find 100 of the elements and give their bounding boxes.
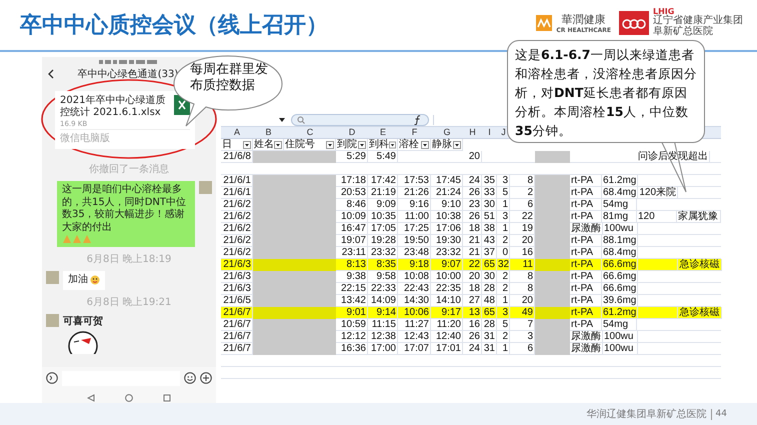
header-text: 住院号 (285, 139, 315, 150)
emoji-icon[interactable] (184, 372, 196, 384)
plus-icon[interactable] (200, 372, 212, 384)
chat-notice: 你撤回了一条消息 (88, 162, 170, 176)
table-cell: 19:30 (431, 235, 463, 247)
table-cell: 9:10 (431, 199, 463, 211)
table-cell: 61.2mg (602, 307, 638, 319)
table-cell: 17:25 (398, 223, 431, 235)
filter-dropdown-icon[interactable] (274, 140, 282, 148)
header-text: 静脉 (432, 139, 452, 150)
table-cell: 19:28 (368, 235, 398, 247)
back-icon[interactable] (47, 69, 55, 79)
table-cell (638, 307, 678, 319)
table-cell: 120来院 (638, 187, 678, 199)
table-cell: 33 (482, 187, 497, 199)
table-cell: 17:42 (368, 175, 398, 187)
table-cell: 5 (497, 319, 510, 331)
table-cell: 43 (482, 235, 497, 247)
filter-dropdown-icon[interactable] (326, 140, 334, 148)
table-cell: 8:13 (336, 259, 368, 271)
column-letter[interactable]: F (412, 127, 418, 137)
pixelated-cell (284, 151, 336, 163)
status-bar-icons (99, 59, 159, 65)
table-cell: 2 (497, 235, 510, 247)
table-cell: 16:47 (336, 223, 368, 235)
table-cell: 18 (463, 223, 482, 235)
table-cell: 10:00 (431, 271, 463, 283)
table-cell: 51 (482, 211, 497, 223)
column-letter[interactable]: J (501, 127, 506, 137)
pixelated-cell (535, 247, 570, 259)
table-cell: 20 (463, 151, 482, 163)
table-cell: 1 (497, 199, 510, 211)
function-icon (413, 115, 423, 125)
table-cell: 11:15 (368, 319, 398, 331)
table-cell: 5:49 (368, 151, 398, 163)
table-cell: 尿激酶 (570, 343, 603, 355)
table-cell: rt-PA (570, 259, 602, 271)
table-cell: 12:12 (336, 331, 368, 343)
table-cell: rt-PA (570, 283, 602, 295)
table-cell: 3 (497, 175, 510, 187)
filter-dropdown-icon[interactable] (358, 140, 366, 148)
header-text: 到科 (369, 139, 389, 150)
table-cell: rt-PA (570, 175, 602, 187)
pixelated-cell (535, 319, 570, 331)
table-cell: 30 (482, 271, 497, 283)
table-cell: 68.4mg (602, 187, 638, 199)
table-cell: 12:38 (368, 331, 398, 343)
dropdown-caret-icon[interactable] (279, 118, 285, 122)
cr-logo-icon (536, 14, 552, 31)
home-circle-icon[interactable] (125, 394, 133, 402)
table-cell: 17:18 (336, 175, 368, 187)
table-cell: 23 (463, 199, 482, 211)
table-cell: 5:29 (336, 151, 368, 163)
back-triangle-icon[interactable] (87, 394, 95, 402)
pixelated-cell (535, 307, 570, 319)
table-cell: 10:08 (398, 271, 431, 283)
table-cell: 10:09 (336, 211, 368, 223)
header-text: 姓名 (254, 139, 274, 150)
table-cell: 10:35 (368, 211, 398, 223)
voice-icon[interactable] (46, 372, 58, 384)
pixelated-cell (535, 175, 570, 187)
table-cell: 9:09 (368, 199, 398, 211)
pixelated-cell (253, 307, 284, 319)
table-cell: 38 (482, 223, 497, 235)
pixelated-cell (535, 259, 570, 271)
column-letter[interactable]: G (443, 127, 450, 137)
header-text: 到院 (337, 139, 357, 150)
recents-square-icon[interactable] (163, 394, 171, 402)
table-cell: 65 (482, 307, 497, 319)
column-letter[interactable]: I (488, 127, 491, 137)
table-cell: 急诊核磁 (678, 259, 722, 271)
table-cell: 10:06 (398, 307, 431, 319)
header-text: 日 (222, 139, 232, 150)
logo-hospital-name: 阜新矿总医院 (653, 26, 714, 38)
pixelated-cell (535, 271, 570, 283)
column-letter[interactable]: E (380, 127, 386, 137)
table-cell: 10:38 (431, 211, 463, 223)
logo-group-name: 辽宁省健康产业集团 (653, 16, 743, 26)
filter-dropdown-icon[interactable] (389, 140, 396, 148)
chat-notice: 6月8日 晚上19:21 (86, 296, 172, 308)
avatar (199, 181, 212, 194)
file-source: 微信电脑版 (60, 129, 190, 145)
column-letter[interactable]: A (234, 127, 240, 137)
table-cell: 11:27 (398, 319, 431, 331)
file-name: 2021年卒中中心绿道质控统计 2021.6.1.xlsx (60, 95, 166, 119)
column-letter[interactable]: H (469, 127, 476, 137)
filter-dropdown-icon[interactable] (453, 140, 461, 148)
column-letter[interactable]: C (306, 127, 314, 137)
column-letter[interactable]: B (265, 127, 272, 137)
table-cell: rt-PA (570, 271, 602, 283)
table-cell: 1 (497, 223, 510, 235)
table-cell: 10:59 (336, 319, 368, 331)
callout-text: 每周在群里发布质控数据 (190, 62, 269, 94)
table-cell: 28 (482, 283, 497, 295)
filter-dropdown-icon[interactable] (243, 140, 251, 148)
filter-dropdown-icon[interactable] (421, 140, 429, 148)
table-cell: 9:16 (398, 199, 431, 211)
table-cell: 26 (463, 331, 482, 343)
table-cell: 12:40 (431, 331, 463, 343)
column-letter[interactable]: D (348, 127, 356, 137)
